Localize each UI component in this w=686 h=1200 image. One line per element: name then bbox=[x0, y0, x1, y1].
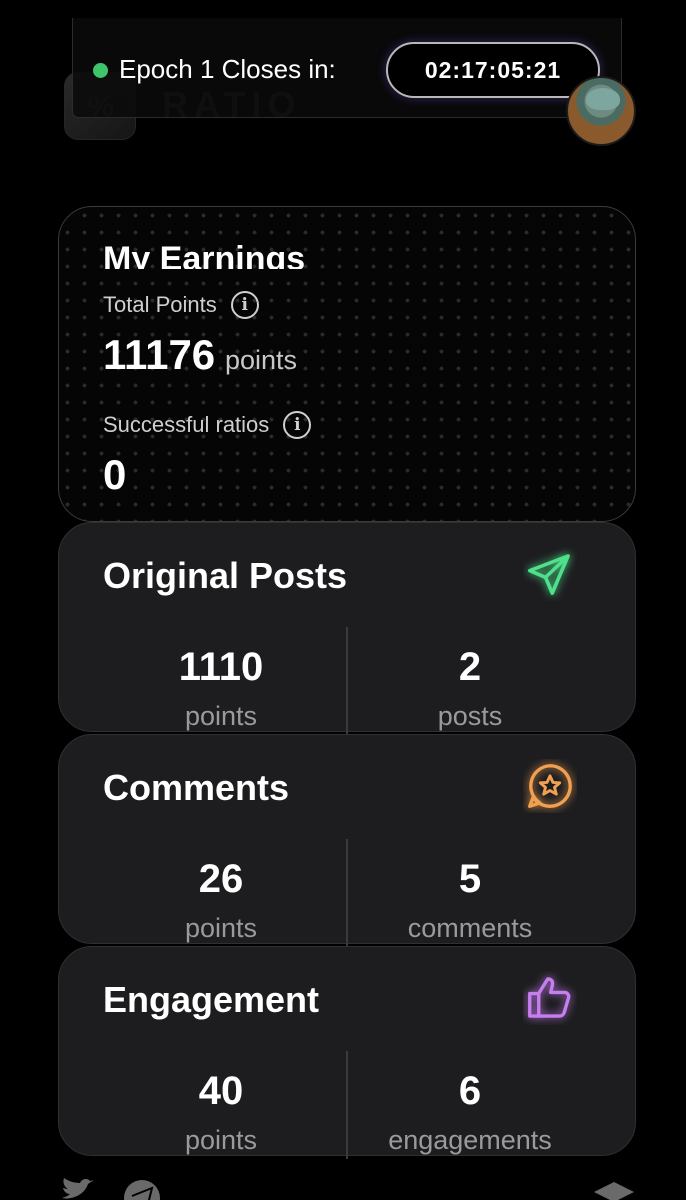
posts-value: 2 bbox=[458, 645, 482, 689]
comments-value: 5 bbox=[458, 857, 482, 901]
original-posts-card[interactable]: Original Posts 1110 points 2 posts bbox=[58, 522, 636, 735]
info-icon[interactable]: i bbox=[283, 411, 312, 439]
points-label: points bbox=[184, 701, 258, 731]
total-points-value: 11176 bbox=[103, 331, 216, 378]
epoch-countdown: 02:17:05:21 bbox=[386, 42, 600, 98]
total-points-label: Total Points bbox=[103, 292, 217, 317]
paper-plane-icon bbox=[527, 554, 570, 595]
points-label: points bbox=[184, 1125, 258, 1155]
epoch-label: Epoch 1 Closes in: bbox=[119, 54, 336, 84]
telegram-icon[interactable] bbox=[122, 1178, 162, 1200]
successful-ratios-value: 0 bbox=[103, 451, 127, 498]
earnings-card: My Earnings Total Points i 11176 points … bbox=[58, 206, 636, 522]
comments-label: comments bbox=[407, 913, 533, 943]
points-value: 1110 bbox=[178, 645, 264, 689]
engagement-card[interactable]: Engagement 40 points 6 engagements bbox=[58, 946, 636, 1159]
points-label: points bbox=[184, 913, 258, 943]
total-points-label-row: Total Points i bbox=[103, 291, 259, 319]
points-column: 26 points bbox=[81, 857, 361, 944]
card-title: Engagement bbox=[103, 979, 320, 1020]
points-column: 1110 points bbox=[81, 645, 361, 732]
posts-label: posts bbox=[437, 701, 503, 731]
status-dot-icon bbox=[93, 63, 108, 78]
info-icon[interactable]: i bbox=[230, 291, 259, 319]
engagements-column: 6 engagements bbox=[330, 1069, 610, 1156]
comments-card[interactable]: Comments 26 points 5 comments bbox=[58, 734, 636, 947]
docs-icon[interactable] bbox=[592, 1178, 636, 1200]
earnings-title: My Earnings bbox=[103, 240, 306, 269]
points-column: 40 points bbox=[81, 1069, 361, 1156]
points-value: 26 bbox=[198, 857, 244, 901]
card-title: Original Posts bbox=[103, 555, 348, 596]
points-value: 40 bbox=[198, 1069, 244, 1113]
star-chat-bubble-icon bbox=[528, 764, 572, 808]
engagements-value: 6 bbox=[458, 1069, 482, 1113]
successful-ratios-label: Successful ratios bbox=[103, 412, 270, 437]
comments-column: 5 comments bbox=[330, 857, 610, 944]
avatar[interactable] bbox=[566, 76, 636, 146]
successful-ratios-label-row: Successful ratios i bbox=[103, 411, 312, 439]
card-title: Comments bbox=[103, 767, 290, 808]
twitter-icon[interactable] bbox=[60, 1178, 98, 1200]
thumbs-up-icon bbox=[528, 977, 571, 1018]
posts-column: 2 posts bbox=[330, 645, 610, 732]
engagements-label: engagements bbox=[388, 1125, 552, 1155]
total-points-unit: points bbox=[225, 345, 298, 375]
